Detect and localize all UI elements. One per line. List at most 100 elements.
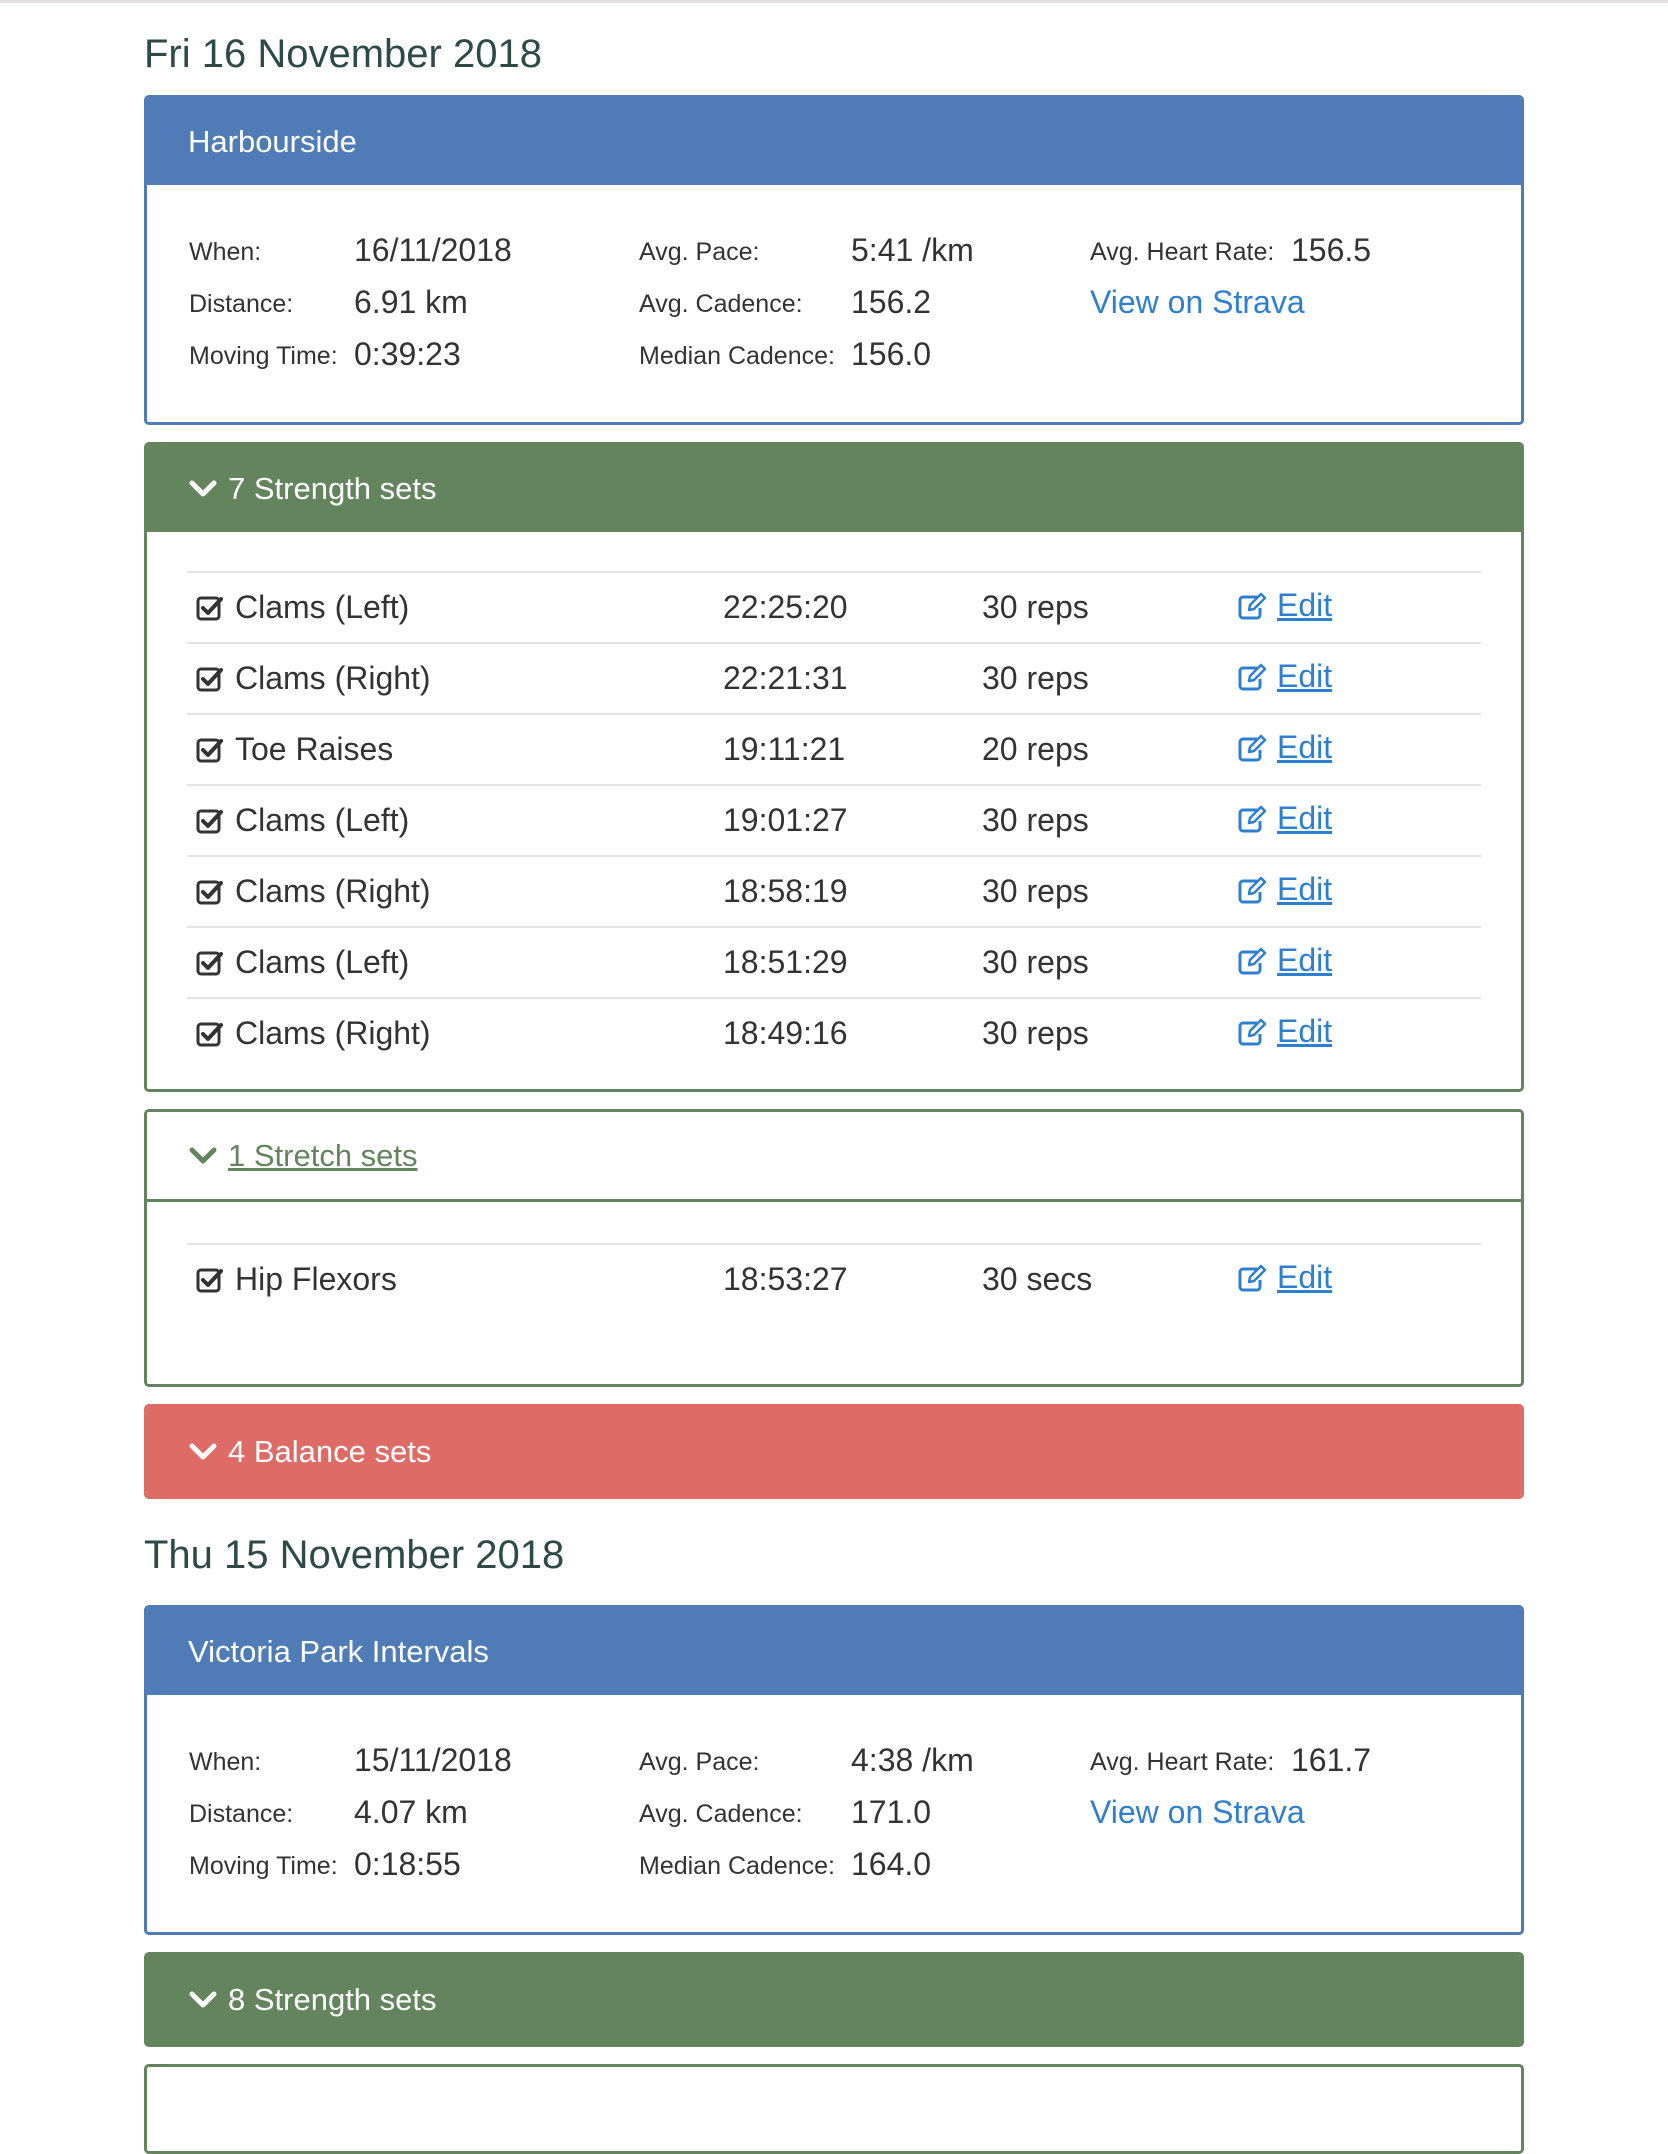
median-cadence-label: Median Cadence: xyxy=(639,342,835,370)
set-row: Clams (Left) 19:01:27 30 reps Edit xyxy=(187,784,1481,855)
edit-label: Edit xyxy=(1277,800,1333,836)
activity-title[interactable]: Harbourside xyxy=(147,98,1521,185)
set-name: Toe Raises xyxy=(235,731,394,767)
set-time: 22:21:31 xyxy=(723,660,848,696)
set-row: Clams (Left) 18:51:29 30 reps Edit xyxy=(187,926,1481,997)
stretch-sets-panel: 1 Stretch sets Hip Flexors 18:53:27 30 sec… xyxy=(144,1109,1524,1387)
median-cadence-label: Median Cadence: xyxy=(639,1852,835,1880)
strength-sets-panel: 7 Strength sets Clams (Left) 22:25:20 30 r… xyxy=(144,442,1524,1092)
checkbox-checked-icon[interactable] xyxy=(196,735,224,763)
checkbox-checked-icon[interactable] xyxy=(196,948,224,976)
set-row: Clams (Right) 22:21:31 30 reps Edit xyxy=(187,642,1481,713)
checkbox-checked-icon[interactable] xyxy=(196,877,224,905)
checkbox-checked-icon[interactable] xyxy=(196,1265,224,1293)
set-amount: 20 reps xyxy=(982,731,1089,767)
edit-icon xyxy=(1238,734,1267,761)
median-cadence-value: 164.0 xyxy=(851,1846,932,1882)
edit-link[interactable]: Edit xyxy=(1237,871,1332,908)
chevron-down-icon xyxy=(188,1145,218,1167)
edit-link[interactable]: Edit xyxy=(1237,1013,1332,1050)
next-sets-panel xyxy=(144,2064,1524,2154)
avg-heart-rate-label: Avg. Heart Rate: xyxy=(1090,1748,1275,1776)
balance-sets-toggle[interactable]: 4 Balance sets xyxy=(147,1407,1521,1496)
set-time: 19:01:27 xyxy=(723,802,848,838)
edit-link[interactable]: Edit xyxy=(1237,1259,1332,1296)
activity-log: Fri 16 November 2018 Harbourside When: 1… xyxy=(144,0,1524,2154)
distance-label: Distance: xyxy=(189,1800,294,1828)
stretch-sets-toggle[interactable]: 1 Stretch sets xyxy=(147,1112,1521,1202)
set-time: 18:51:29 xyxy=(723,944,848,980)
strength-sets-toggle[interactable]: 7 Strength sets xyxy=(147,445,1521,532)
activity-panel: Victoria Park Intervals When: 15/11/2018… xyxy=(144,1605,1524,1935)
set-amount: 30 reps xyxy=(982,1015,1089,1051)
set-name: Hip Flexors xyxy=(235,1261,397,1297)
activity-title[interactable]: Victoria Park Intervals xyxy=(147,1608,1521,1695)
strength-sets-toggle[interactable]: 8 Strength sets xyxy=(147,1955,1521,2044)
avg-pace-value: 5:41 /km xyxy=(851,232,974,268)
edit-link[interactable]: Edit xyxy=(1237,729,1332,766)
activity-details: When: 15/11/2018 Distance: 4.07 km Movin… xyxy=(147,1695,1521,1932)
checkbox-checked-icon[interactable] xyxy=(196,664,224,692)
edit-label: Edit xyxy=(1277,871,1333,907)
set-row: Clams (Right) 18:58:19 30 reps Edit xyxy=(187,855,1481,926)
set-name: Clams (Left) xyxy=(235,944,410,980)
moving-time-label: Moving Time: xyxy=(189,342,338,370)
avg-cadence-label: Avg. Cadence: xyxy=(639,290,803,318)
edit-link[interactable]: Edit xyxy=(1237,800,1332,837)
edit-icon xyxy=(1238,1018,1267,1045)
set-row: Hip Flexors 18:53:27 30 secs Edit xyxy=(187,1243,1481,1314)
balance-sets-title: 4 Balance sets xyxy=(228,1433,432,1469)
edit-label: Edit xyxy=(1277,942,1333,978)
when-label: When: xyxy=(189,1748,262,1776)
day-heading: Thu 15 November 2018 xyxy=(144,1533,565,1577)
strength-sets-title: 8 Strength sets xyxy=(228,1981,437,2017)
balance-sets-panel: 4 Balance sets xyxy=(144,1404,1524,1499)
checkbox-checked-icon[interactable] xyxy=(196,806,224,834)
distance-value: 6.91 km xyxy=(354,284,468,320)
view-on-strava-link[interactable]: View on Strava xyxy=(1090,1794,1305,1831)
moving-time-value: 0:18:55 xyxy=(354,1846,461,1882)
edit-label: Edit xyxy=(1277,587,1333,623)
edit-link[interactable]: Edit xyxy=(1237,942,1332,979)
distance-value: 4.07 km xyxy=(354,1794,468,1830)
set-amount: 30 reps xyxy=(982,944,1089,980)
edit-label: Edit xyxy=(1277,1013,1333,1049)
avg-cadence-label: Avg. Cadence: xyxy=(639,1800,803,1828)
stretch-sets-list: Hip Flexors 18:53:27 30 secs Edit xyxy=(147,1202,1521,1384)
when-value: 15/11/2018 xyxy=(354,1742,512,1778)
set-amount: 30 reps xyxy=(982,589,1089,625)
set-time: 18:58:19 xyxy=(723,873,848,909)
when-label: When: xyxy=(189,238,262,266)
strength-sets-title: 7 Strength sets xyxy=(228,470,437,506)
set-row: Clams (Right) 18:49:16 30 reps Edit xyxy=(187,997,1481,1068)
view-on-strava-link[interactable]: View on Strava xyxy=(1090,284,1305,321)
set-name: Clams (Right) xyxy=(235,873,431,909)
moving-time-value: 0:39:23 xyxy=(354,336,461,372)
day-heading: Fri 16 November 2018 xyxy=(144,32,542,76)
checkbox-checked-icon[interactable] xyxy=(196,593,224,621)
edit-link[interactable]: Edit xyxy=(1237,587,1332,624)
distance-label: Distance: xyxy=(189,290,294,318)
set-name: Clams (Right) xyxy=(235,1015,431,1051)
avg-cadence-value: 171.0 xyxy=(851,1794,932,1830)
strength-sets-list: Clams (Left) 22:25:20 30 reps Edit Clams (Ri… xyxy=(147,532,1521,1089)
chevron-down-icon xyxy=(188,478,218,500)
edit-icon xyxy=(1238,805,1267,832)
edit-label: Edit xyxy=(1277,658,1333,694)
edit-icon xyxy=(1238,1264,1267,1291)
chevron-down-icon xyxy=(188,1441,218,1463)
avg-pace-label: Avg. Pace: xyxy=(639,238,760,266)
set-time: 19:11:21 xyxy=(723,731,846,767)
avg-heart-rate-value: 156.5 xyxy=(1291,232,1372,268)
edit-link[interactable]: Edit xyxy=(1237,658,1332,695)
checkbox-checked-icon[interactable] xyxy=(196,1019,224,1047)
set-name: Clams (Right) xyxy=(235,660,431,696)
edit-label: Edit xyxy=(1277,729,1333,765)
median-cadence-value: 156.0 xyxy=(851,336,932,372)
set-name: Clams (Left) xyxy=(235,802,410,838)
set-amount: 30 reps xyxy=(982,660,1089,696)
set-amount: 30 secs xyxy=(982,1261,1093,1297)
chevron-down-icon xyxy=(188,1989,218,2011)
set-time: 18:53:27 xyxy=(723,1261,848,1297)
avg-heart-rate-label: Avg. Heart Rate: xyxy=(1090,238,1275,266)
